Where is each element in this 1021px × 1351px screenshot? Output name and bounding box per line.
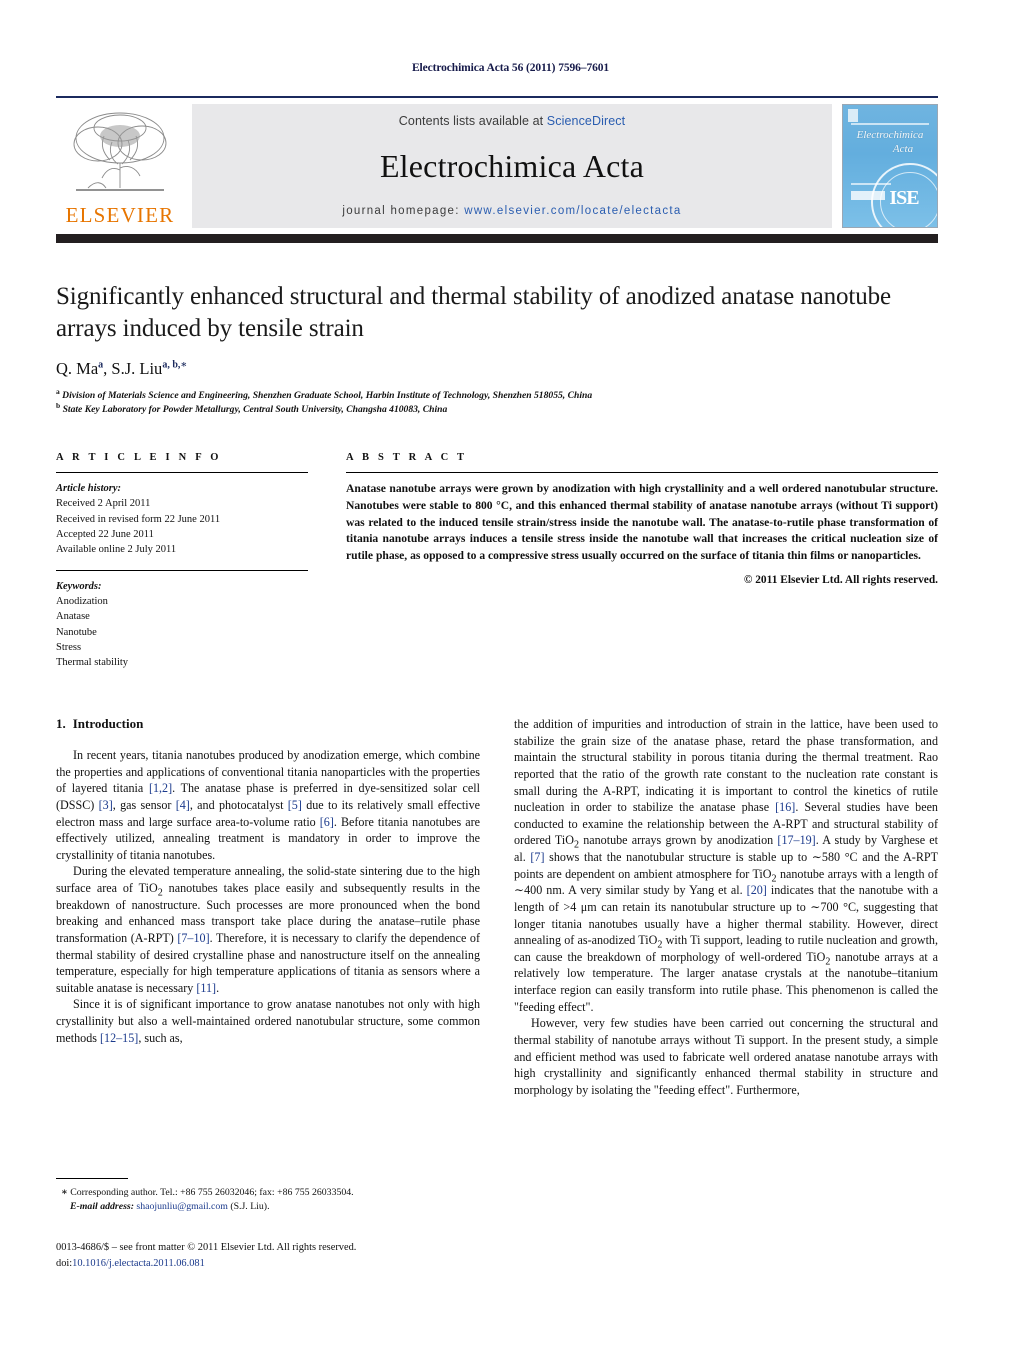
section-title: Introduction <box>72 716 144 731</box>
ise-seal-text: ISE <box>889 186 919 209</box>
email-note: E-mail address: shaojunliu@gmail.com (S.… <box>56 1200 480 1214</box>
contents-prefix: Contents lists available at <box>398 114 547 128</box>
keywords-rule <box>56 569 308 571</box>
masthead-dark-bar <box>56 234 938 243</box>
imprint-line: 0013-4686/$ – see front matter © 2011 El… <box>56 1242 357 1253</box>
keywords-block: Keywords: Anodization Anatase Nanotube S… <box>56 579 308 671</box>
author-list: Q. Maa, S.J. Liua, b,∗ <box>56 359 188 378</box>
elsevier-tree-icon <box>73 112 167 191</box>
paragraph: In recent years, titania nanotubes produ… <box>56 748 481 862</box>
history-item: Received 2 April 2011 <box>56 498 151 510</box>
elsevier-logo: ELSEVIER <box>56 104 184 228</box>
journal-homepage-line: journal homepage: www.elsevier.com/locat… <box>342 205 681 217</box>
corresponding-marker: ∗ <box>61 1187 68 1198</box>
history-item: Received in revised form 22 June 2011 <box>56 513 221 525</box>
history-item: Accepted 22 June 2011 <box>56 528 154 540</box>
keyword-item: Anodization <box>56 595 108 607</box>
imprint-block: 0013-4686/$ – see front matter © 2011 El… <box>56 1240 576 1271</box>
keyword-item: Nanotube <box>56 626 97 638</box>
footnote-block: ∗ Corresponding author. Tel.: +86 755 26… <box>56 1178 480 1214</box>
journal-title: Electrochimica Acta <box>379 147 645 184</box>
paragraph: During the elevated temperature annealin… <box>56 864 480 995</box>
sciencedirect-link[interactable]: ScienceDirect <box>547 114 625 128</box>
title-block: Significantly enhanced structural and th… <box>56 281 938 417</box>
masthead-center-band: Contents lists available at ScienceDirec… <box>192 104 832 228</box>
body-column-gap <box>480 716 514 1098</box>
cover-microtext-line <box>851 123 929 125</box>
doi-prefix: doi: <box>56 1257 73 1269</box>
homepage-label: journal homepage: <box>342 205 465 217</box>
keyword-item: Anatase <box>56 611 90 623</box>
affiliation-a: a Division of Materials Science and Engi… <box>56 386 593 401</box>
article-history-block: Article history: Received 2 April 2011 R… <box>56 481 308 558</box>
journal-cover-thumbnail: Electrochimica Acta ISE <box>842 104 938 228</box>
paper-page: Electrochimica Acta 56 (2011) 7596–7601 <box>0 0 1021 1351</box>
paragraph: the addition of impurities and introduct… <box>514 717 939 1014</box>
keyword-item: Thermal stability <box>56 657 129 669</box>
journal-masthead: ELSEVIER Contents lists available at Sci… <box>56 96 938 243</box>
abstract-text: Anatase nanotube arrays were grown by an… <box>346 482 938 563</box>
corresponding-text: Corresponding author. Tel.: +86 755 2603… <box>70 1187 354 1198</box>
info-abstract-row: A R T I C L E I N F O Article history: R… <box>56 452 938 671</box>
body-left-column: 1. Introduction In recent years, titania … <box>56 716 480 1098</box>
doi-link[interactable]: 10.1016/j.electacta.2011.06.081 <box>72 1258 205 1269</box>
paragraph: Since it is of significant importance to… <box>56 997 480 1045</box>
article-history-label: Article history: <box>56 483 122 494</box>
doi-line: doi:10.1016/j.electacta.2011.06.081 <box>56 1256 576 1272</box>
paragraph: However, very few studies have been carr… <box>514 1016 938 1097</box>
cover-title-line2: Acta <box>892 142 914 155</box>
affiliation-b: b State Key Laboratory for Powder Metall… <box>56 400 448 415</box>
email-suffix: (S.J. Liu). <box>230 1201 270 1213</box>
article-info-heading: A R T I C L E I N F O <box>56 452 222 463</box>
cover-title: Electrochimica Acta <box>843 129 937 157</box>
cover-elsevier-icon <box>848 109 858 122</box>
page-title: Significantly enhanced structural and th… <box>56 283 892 342</box>
abstract-column: A B S T R A C T Anatase nanotube arrays … <box>346 452 938 671</box>
article-info-column: A R T I C L E I N F O Article history: R… <box>56 452 308 671</box>
affiliation-list: a Division of Materials Science and Engi… <box>56 386 938 417</box>
abstract-copyright: © 2011 Elsevier Ltd. All rights reserved… <box>743 573 938 586</box>
keywords-label: Keywords: <box>56 580 102 592</box>
ise-seal-icon: ISE <box>871 163 937 227</box>
section-number: 1. <box>56 716 66 731</box>
running-head: Electrochimica Acta 56 (2011) 7596–7601 <box>411 62 610 74</box>
body-columns: 1. Introduction In recent years, titania … <box>56 716 938 1098</box>
column-gap <box>308 452 346 671</box>
email-link[interactable]: shaojunliu@gmail.com <box>136 1201 227 1212</box>
corresponding-author-note: ∗ Corresponding author. Tel.: +86 755 26… <box>56 1186 480 1200</box>
masthead-top-rule <box>56 96 938 98</box>
elsevier-wordmark: ELSEVIER <box>65 203 175 227</box>
article-info-rule <box>56 472 308 473</box>
contents-available-line: Contents lists available at ScienceDirec… <box>399 114 625 128</box>
history-item: Available online 2 July 2011 <box>56 544 177 556</box>
cover-title-line1: Electrochimica <box>856 129 924 141</box>
homepage-url-link[interactable]: www.elsevier.com/locate/electacta <box>464 205 681 217</box>
abstract-rule <box>346 472 938 473</box>
footnote-rule <box>56 1178 128 1179</box>
email-label: E-mail address: <box>70 1201 134 1213</box>
keyword-item: Stress <box>56 641 82 653</box>
section-heading-introduction: 1. Introduction <box>56 716 480 732</box>
body-right-column: the addition of impurities and introduct… <box>514 716 938 1098</box>
abstract-heading: A B S T R A C T <box>346 452 468 463</box>
